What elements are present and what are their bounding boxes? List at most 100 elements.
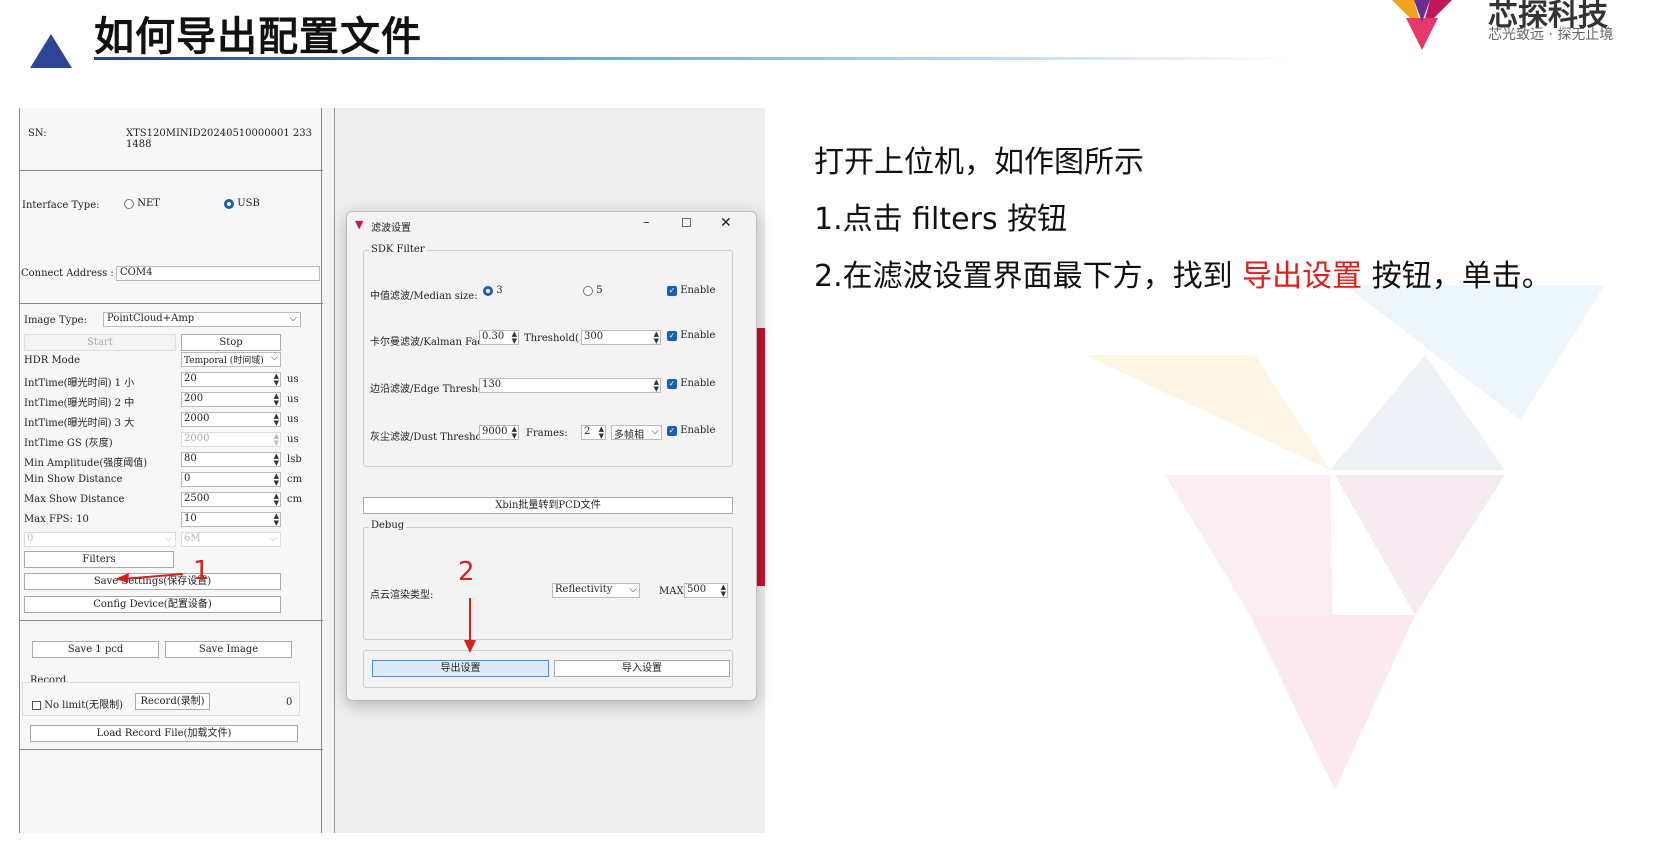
import-settings-button[interactable]: 导入设置: [554, 660, 730, 677]
checkbox-checked-icon: ✓: [667, 425, 677, 436]
record-count: 0: [286, 697, 293, 708]
param-input[interactable]: 2500 ▲ ▼: [181, 492, 281, 507]
param-input[interactable]: 2000 ▲ ▼: [181, 412, 281, 427]
param-unit: us: [287, 394, 299, 405]
frames-label: Frames:: [526, 428, 568, 439]
edge-input[interactable]: 130 ▲ ▼: [479, 378, 661, 393]
param-unit: us: [287, 414, 299, 425]
xbin-button[interactable]: Xbin批量转到PCD文件: [363, 497, 733, 514]
spinner-icon[interactable]: ▲ ▼: [274, 453, 279, 467]
save-pcd-button[interactable]: Save 1 pcd: [32, 641, 159, 658]
instruction-text: 2.在滤波设置界面最下方，找到: [814, 259, 1243, 294]
dust-enable-checkbox[interactable]: ✓ Enable: [667, 425, 715, 436]
start-button[interactable]: Start: [24, 334, 176, 351]
param-unit: lsb: [287, 454, 302, 465]
hdr-mode-select[interactable]: Temporal (时间域) ⌵: [181, 352, 281, 367]
chevron-down-icon: ⌵: [271, 353, 278, 363]
chevron-down-icon: ⌵: [629, 584, 637, 595]
config-device-button[interactable]: Config Device(配置设备): [24, 596, 281, 613]
connect-address-label: Connect Address :: [21, 268, 114, 279]
edge-enable-checkbox[interactable]: ✓ Enable: [667, 378, 715, 389]
median-enable-checkbox[interactable]: ✓ Enable: [667, 285, 715, 296]
divider: [20, 303, 323, 304]
stop-button[interactable]: Stop: [181, 334, 281, 351]
title-underline: [94, 57, 1294, 60]
spinner-icon[interactable]: ▲ ▼: [721, 584, 726, 598]
disabled-combo-left[interactable]: 0 ⌵: [24, 532, 176, 547]
chevron-down-icon: ⌵: [651, 426, 659, 437]
minimize-icon[interactable]: –: [643, 215, 650, 230]
radio-usb[interactable]: USB: [224, 198, 260, 209]
maximize-icon[interactable]: ☐: [681, 216, 692, 230]
spinner-icon[interactable]: ▲ ▼: [274, 413, 279, 427]
radio-on-icon: [224, 198, 234, 209]
param-input[interactable]: 20 ▲ ▼: [181, 372, 281, 387]
radio-off-icon: [583, 285, 593, 296]
checkbox-checked-icon: ✓: [667, 285, 677, 296]
instruction-line-2: 1.点击 filters 按钮: [814, 202, 1068, 237]
spinner-icon[interactable]: ▲ ▼: [274, 373, 279, 387]
sn-label: SN:: [28, 128, 47, 139]
no-limit-checkbox[interactable]: No limit(无限制): [32, 696, 123, 711]
spinner-icon[interactable]: ▲ ▼: [599, 426, 604, 440]
disabled-combo-right[interactable]: 6M ⌵: [181, 532, 281, 547]
background-v-decoration: [1085, 285, 1605, 790]
spinner-icon[interactable]: ▲ ▼: [512, 426, 517, 440]
param-input[interactable]: 0 ▲ ▼: [181, 472, 281, 487]
debug-group-title: Debug: [369, 520, 407, 531]
divider: [20, 749, 323, 750]
spinner-icon[interactable]: ▲ ▼: [274, 513, 279, 527]
param-input[interactable]: 10 ▲ ▼: [181, 512, 281, 527]
export-settings-button[interactable]: 导出设置: [372, 660, 549, 677]
save-image-button[interactable]: Save Image: [165, 641, 292, 658]
annotation-arrow-2-icon: [464, 598, 476, 653]
max-input[interactable]: 500 ▲ ▼: [684, 583, 728, 598]
frames-mode-select[interactable]: 多帧相 ⌵: [611, 425, 662, 441]
spinner-icon[interactable]: ▲ ▼: [274, 493, 279, 507]
param-unit: us: [287, 374, 299, 385]
spinner-icon[interactable]: ▲ ▼: [274, 433, 279, 447]
threshold-input[interactable]: 300 ▲ ▼: [581, 330, 661, 345]
divider: [20, 620, 323, 621]
param-label: Max Show Distance: [24, 494, 125, 505]
spinner-icon[interactable]: ▲ ▼: [654, 331, 659, 345]
param-unit: cm: [287, 474, 303, 485]
param-label: IntTime(曝光时间) 3 大: [24, 418, 135, 429]
spinner-icon[interactable]: ▲ ▼: [274, 393, 279, 407]
frames-input[interactable]: 2 ▲ ▼: [581, 425, 606, 440]
kalman-enable-checkbox[interactable]: ✓ Enable: [667, 330, 715, 341]
no-limit-label: No limit(无限制): [44, 700, 124, 711]
param-unit: cm: [287, 494, 303, 505]
instruction-line-3: 2.在滤波设置界面最下方，找到 导出设置 按钮，单击。: [814, 251, 1552, 295]
radio-net[interactable]: NET: [124, 198, 160, 209]
chevron-down-icon: ⌵: [164, 533, 172, 544]
param-label: IntTime(曝光时间) 2 中: [24, 398, 135, 409]
param-label: IntTime(曝光时间) 1 小: [24, 378, 135, 389]
median-radio-3[interactable]: 3: [483, 285, 503, 296]
spinner-icon[interactable]: ▲ ▼: [654, 379, 659, 393]
spinner-icon[interactable]: ▲ ▼: [274, 473, 279, 487]
sn-value: XTS120MINID20240510000001 233 1488: [126, 128, 312, 150]
chevron-down-icon: ⌵: [269, 533, 277, 544]
load-record-button[interactable]: Load Record File(加载文件): [30, 725, 298, 742]
param-label: IntTime GS (灰度): [24, 438, 113, 449]
filters-button[interactable]: Filters: [24, 551, 174, 568]
spinner-icon[interactable]: ▲ ▼: [512, 331, 517, 345]
median-radio-5[interactable]: 5: [583, 285, 603, 296]
param-unit: us: [287, 434, 299, 445]
param-input[interactable]: 80 ▲ ▼: [181, 452, 281, 467]
record-button[interactable]: Record(录制): [135, 693, 210, 710]
checkbox-checked-icon: ✓: [667, 330, 677, 341]
dialog-title: 滤波设置: [371, 223, 411, 234]
param-label: Min Show Distance: [24, 474, 123, 485]
kalman-input[interactable]: 0.30 ▲ ▼: [479, 330, 519, 345]
connect-address-input[interactable]: COM4: [116, 266, 320, 281]
image-type-select[interactable]: PointCloud+Amp ⌵: [103, 312, 301, 327]
param-input[interactable]: 200 ▲ ▼: [181, 392, 281, 407]
close-icon[interactable]: ✕: [720, 215, 732, 231]
pc-render-select[interactable]: Reflectivity ⌵: [552, 583, 640, 598]
dialog-titlebar: ▼ 滤波设置 – ☐ ✕: [347, 212, 756, 238]
radio-usb-label: USB: [237, 198, 260, 209]
param-input[interactable]: 2000 ▲ ▼: [181, 432, 281, 447]
dust-input[interactable]: 9000 ▲ ▼: [479, 425, 519, 440]
